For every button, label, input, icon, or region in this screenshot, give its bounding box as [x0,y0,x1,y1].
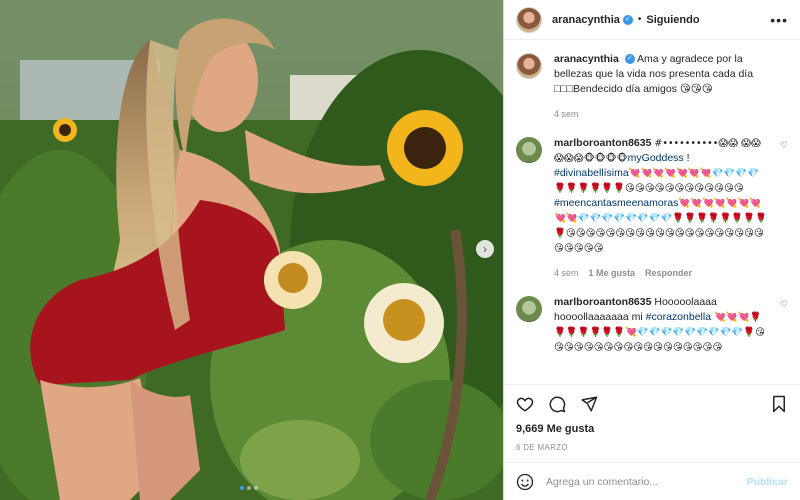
post-header: aranacynthia ✓ • Siguiendo ••• [504,0,800,40]
bookmark-icon[interactable] [770,395,788,413]
next-photo-button[interactable]: › [476,240,494,258]
like-comment-heart-icon[interactable]: ♡ [780,140,788,151]
avatar[interactable] [516,137,542,163]
hashtag-link[interactable]: #divinabellísima [554,167,629,179]
heart-icon[interactable] [516,395,534,413]
comment-body: marlboroanton8635 #••••••••••😱😱 😱😱😱😱😱🐵🐵🐵… [554,136,769,281]
hashtag-link[interactable]: #meencantasmeenamoras [554,197,678,209]
instagram-post: › aranacynthia ✓ • Siguiendo ••• aranacy… [0,0,800,500]
share-icon[interactable] [580,395,598,413]
add-comment-bar: Publicar [504,462,800,500]
carousel-dot [254,486,258,490]
comment-icon[interactable] [548,395,566,413]
caption-username[interactable]: aranacynthia [554,53,619,65]
avatar[interactable] [516,296,542,322]
comment: marlboroanton8635 Hooooolaaaa hoooollaaa… [516,295,788,355]
comment-input[interactable] [546,475,747,488]
header-separator: • [637,14,642,25]
comments-area[interactable]: aranacynthia ✓ Ama y agradece por la bel… [504,40,800,384]
hashtag-link[interactable]: #corazonbella [646,311,711,323]
verified-badge-icon: ✓ [622,14,633,25]
carousel-dot [247,486,251,490]
comment-username[interactable]: marlboroanton8635 [554,296,651,308]
caption-body: aranacynthia ✓ Ama y agradece por la bel… [554,52,769,122]
carousel-dot [240,486,244,490]
carousel-dots [240,486,258,490]
action-bar: 9,669 Me gusta 6 DE MARZO [504,384,800,452]
comment-username[interactable]: marlboroanton8635 [554,137,651,149]
post-sidebar: aranacynthia ✓ • Siguiendo ••• aranacynt… [503,0,800,500]
emoji-smile-icon[interactable] [516,473,534,491]
header-username[interactable]: aranacynthia [552,14,620,26]
comment-body: marlboroanton8635 Hooooolaaaa hoooollaaa… [554,295,769,355]
verified-badge-icon: ✓ [624,54,635,65]
following-button[interactable]: Siguiendo [646,14,699,26]
sunflower-large [387,110,463,186]
publish-button[interactable]: Publicar [747,476,788,488]
likes-count[interactable]: 9,669 Me gusta [516,423,788,435]
hashtag-link[interactable]: myGoddess ! [628,152,690,164]
avatar[interactable] [516,53,542,79]
more-options-icon[interactable]: ••• [770,12,788,28]
avatar[interactable] [516,6,542,33]
comment-time[interactable]: 4 sem [554,266,579,281]
comment: marlboroanton8635 #••••••••••😱😱 😱😱😱😱😱🐵🐵🐵… [516,136,788,281]
comment-likes[interactable]: 1 Me gusta [589,266,636,281]
caption-time[interactable]: 4 sem [554,107,579,122]
post-date: 6 DE MARZO [516,443,568,452]
caption: aranacynthia ✓ Ama y agradece por la bel… [516,52,788,122]
like-comment-heart-icon[interactable]: ♡ [780,299,788,310]
comment-text: #••••••••••😱😱 [654,138,739,149]
reply-button[interactable]: Responder [645,266,692,281]
post-photo[interactable]: › [0,0,503,500]
photo-sunflower-field [0,0,503,500]
